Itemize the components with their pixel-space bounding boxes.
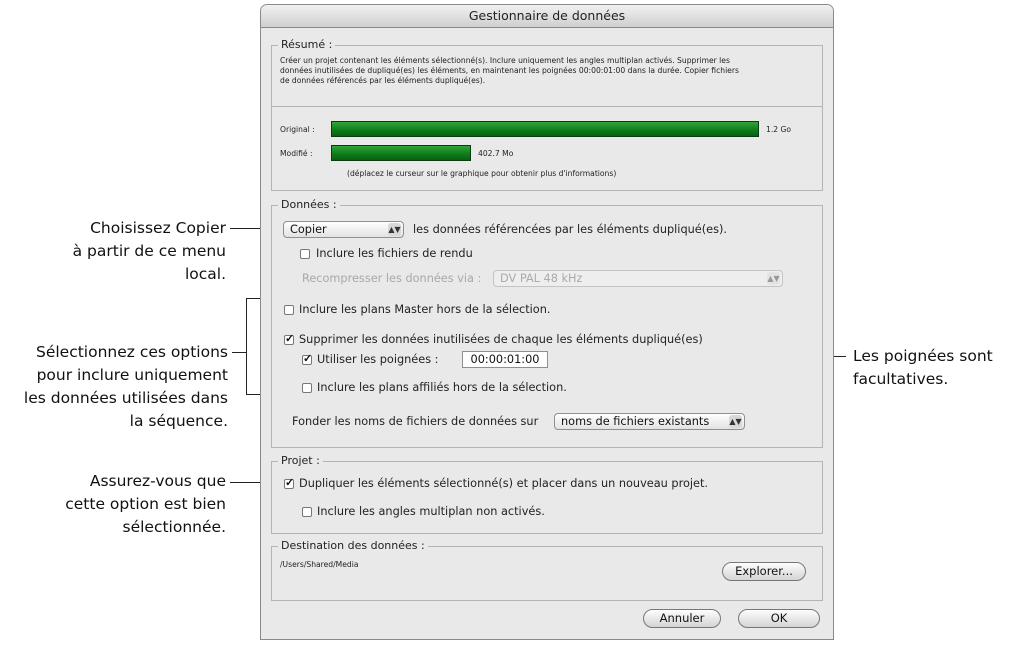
summary-divider bbox=[272, 106, 822, 107]
recompress-label: Recompresser les données via : bbox=[302, 272, 482, 285]
modified-label: Modifié : bbox=[280, 149, 313, 158]
original-size-value: 1.2 Go bbox=[766, 125, 792, 134]
include-master-checkbox[interactable] bbox=[284, 305, 294, 315]
annotation-copy-line1: Choisissez Copier bbox=[90, 219, 226, 237]
annotation-select-line1: Sélectionnez ces options bbox=[35, 343, 228, 361]
ok-button[interactable]: OK bbox=[738, 609, 820, 628]
include-affiliated-checkbox[interactable] bbox=[302, 383, 312, 393]
summary-group: Résumé : Créer un projet contenant les é… bbox=[271, 38, 823, 191]
include-angles-label: Inclure les angles multiplan non activés… bbox=[317, 505, 545, 518]
handles-field[interactable]: 00:00:01:00 bbox=[462, 351, 548, 368]
graph-hint: (déplacez le curseur sur le graphique po… bbox=[347, 169, 617, 178]
recompress-value: DV PAL 48 kHz bbox=[500, 272, 583, 285]
base-names-label: Fonder les noms de fichiers de données s… bbox=[292, 415, 539, 428]
annotation-handles-line1: Les poignées sont bbox=[853, 347, 993, 365]
annotation-copy-line2: à partir de ce menu local. bbox=[72, 242, 226, 283]
original-label: Original : bbox=[280, 125, 315, 134]
delete-unused-checkbox[interactable] bbox=[284, 332, 294, 345]
data-legend: Données : bbox=[278, 198, 340, 211]
recompress-popup[interactable]: DV PAL 48 kHz ▲▼ bbox=[493, 270, 783, 287]
data-manager-dialog: Gestionnaire de données Résumé : Créer u… bbox=[260, 4, 834, 640]
annotation-select-line3: les données utilisées dans bbox=[23, 389, 228, 407]
use-handles-checkbox[interactable] bbox=[302, 352, 312, 365]
summary-line2: données inutilisées de dupliqué(es) les … bbox=[280, 66, 739, 75]
annotation-select-line2: pour inclure uniquement bbox=[36, 366, 228, 384]
modified-size-value: 402.7 Mo bbox=[478, 149, 514, 158]
include-affiliated-label: Inclure les plans affiliés hors de la sé… bbox=[317, 381, 567, 394]
data-group: Données : Copier ▲▼ les données référenc… bbox=[271, 198, 823, 448]
dialog-title: Gestionnaire de données bbox=[261, 5, 833, 28]
delete-unused-label: Supprimer les données inutilisées de cha… bbox=[299, 333, 703, 346]
annotation-copy: Choisissez Copier à partir de ce menu lo… bbox=[40, 217, 226, 286]
copy-action-value: Copier bbox=[290, 223, 327, 236]
popup-arrows-icon: ▲▼ bbox=[767, 272, 780, 285]
copy-action-suffix: les données référencées par les éléments… bbox=[413, 223, 727, 236]
duplicate-project-label: Dupliquer les éléments sélectionné(s) et… bbox=[299, 477, 708, 490]
annotation-select-line4: la séquence. bbox=[129, 412, 228, 430]
project-group: Projet : Dupliquer les éléments sélectio… bbox=[271, 454, 823, 534]
annotation-handles-line2: facultatives. bbox=[853, 370, 949, 388]
base-names-popup[interactable]: noms de fichiers existants ▲▼ bbox=[554, 413, 745, 430]
bracket-vertical bbox=[246, 298, 247, 395]
annotation-ensure-line2: cette option est bien bbox=[65, 495, 226, 513]
copy-action-popup[interactable]: Copier ▲▼ bbox=[283, 221, 404, 238]
bracket-horizontal bbox=[232, 352, 246, 353]
summary-line1: Créer un projet contenant les éléments s… bbox=[280, 56, 730, 65]
popup-arrows-icon: ▲▼ bbox=[388, 223, 401, 236]
summary-legend: Résumé : bbox=[278, 38, 336, 51]
base-names-value: noms de fichiers existants bbox=[561, 415, 710, 428]
annotation-ensure-line1: Assurez-vous que bbox=[89, 472, 226, 490]
annotation-select-options: Sélectionnez ces options pour inclure un… bbox=[0, 341, 228, 433]
use-handles-label: Utiliser les poignées : bbox=[317, 353, 439, 366]
browse-button[interactable]: Explorer... bbox=[722, 562, 806, 581]
original-size-bar[interactable] bbox=[331, 121, 759, 137]
include-render-checkbox[interactable] bbox=[300, 249, 310, 259]
destination-legend: Destination des données : bbox=[278, 539, 428, 552]
annotation-handles: Les poignées sont facultatives. bbox=[853, 345, 1011, 391]
project-legend: Projet : bbox=[278, 454, 323, 467]
bracket-top bbox=[246, 298, 260, 299]
include-render-label: Inclure les fichiers de rendu bbox=[316, 247, 473, 260]
include-angles-checkbox[interactable] bbox=[302, 507, 312, 517]
destination-group: Destination des données : /Users/Shared/… bbox=[271, 539, 823, 601]
cancel-button[interactable]: Annuler bbox=[643, 609, 721, 628]
include-master-label: Inclure les plans Master hors de la séle… bbox=[299, 303, 551, 316]
duplicate-project-checkbox[interactable] bbox=[284, 476, 294, 489]
annotation-ensure: Assurez-vous que cette option est bien s… bbox=[30, 470, 226, 539]
popup-arrows-icon: ▲▼ bbox=[729, 415, 742, 428]
bracket-bottom bbox=[246, 394, 260, 395]
annotation-ensure-line3: sélectionnée. bbox=[122, 518, 227, 536]
modified-size-bar[interactable] bbox=[331, 145, 471, 161]
destination-path: /Users/Shared/Media bbox=[280, 560, 359, 569]
summary-line3: de données référencés par les éléments d… bbox=[280, 76, 486, 85]
